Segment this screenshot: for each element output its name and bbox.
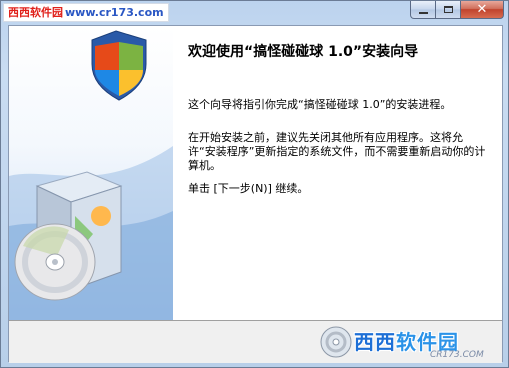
- close-button[interactable]: ✕: [460, 1, 504, 19]
- intro-text: 这个向导将指引你完成“搞怪碰碰球 1.0”的安装进程。: [188, 98, 452, 111]
- warning-text: 在开始安装之前，建议先关闭其他所有应用程序。这将允许“安装程序”更新指定的系统文…: [188, 131, 486, 172]
- next-instruction-text: 单击 [下一步(N)] 继续。: [188, 182, 309, 195]
- wizard-content: 欢迎使用“搞怪碰碰球 1.0”安装向导 这个向导将指引你完成“搞怪碰碰球 1.0…: [181, 26, 502, 320]
- minimize-icon: [418, 11, 428, 14]
- watermark-label: 西西软件园 www.cr173.com: [3, 3, 169, 22]
- page-title: 欢迎使用“搞怪碰碰球 1.0”安装向导: [188, 44, 419, 60]
- title-bar[interactable]: 西西软件园 www.cr173.com ✕: [1, 1, 509, 23]
- cd-disc-icon: [14, 223, 96, 301]
- banner-illustration: [9, 30, 173, 320]
- window-frame: 西西软件园 www.cr173.com ✕ 欢迎使用“搞怪碰碰球 1.0”安装向…: [0, 0, 509, 368]
- wizard-side-banner: [9, 26, 173, 320]
- close-icon: ✕: [476, 2, 488, 17]
- logo-subtext: CR173.COM: [430, 350, 484, 360]
- site-logo-watermark: 西西软件园 CR173.COM: [318, 324, 494, 361]
- logo-disc-icon: [320, 326, 352, 358]
- maximize-icon: [443, 6, 453, 13]
- windows-shield-icon: [91, 30, 147, 101]
- maximize-button[interactable]: [435, 1, 461, 19]
- window-controls: ✕: [410, 1, 504, 20]
- watermark-site-name: 西西软件园: [8, 6, 63, 19]
- minimize-button[interactable]: [410, 1, 436, 19]
- watermark-url: www.cr173.com: [65, 6, 164, 19]
- wizard-client-area: 欢迎使用“搞怪碰碰球 1.0”安装向导 这个向导将指引你完成“搞怪碰碰球 1.0…: [8, 25, 503, 363]
- logo-text-part1: 西西: [354, 330, 396, 354]
- button-bar: 西西软件园 CR173.COM: [9, 320, 502, 363]
